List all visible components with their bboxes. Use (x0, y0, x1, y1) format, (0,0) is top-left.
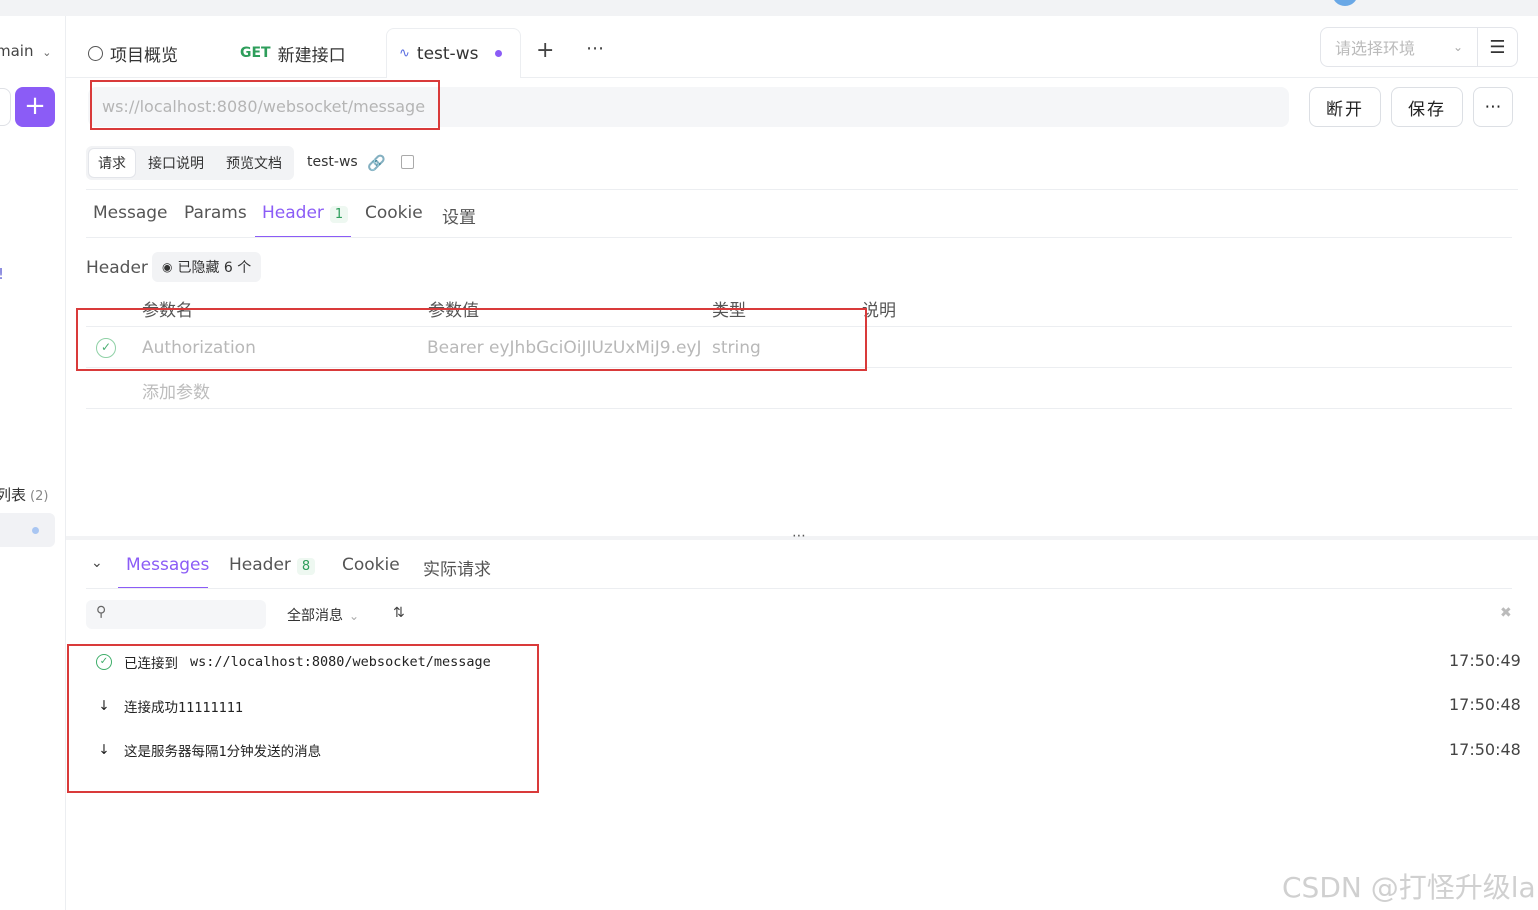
search-icon: ⚲ (96, 604, 107, 620)
sort-icon[interactable]: ⇅ (393, 605, 405, 621)
environment-menu-button[interactable]: ☰ (1477, 27, 1518, 67)
tab-project-overview[interactable]: 项目概览 (88, 28, 178, 78)
tab-label: 新建接口 (277, 45, 346, 66)
tab-response-header-label: Header (229, 555, 291, 575)
segment-request[interactable]: 请求 (89, 149, 135, 177)
header-section-label: Header (86, 258, 148, 278)
tab-params[interactable]: Params (184, 203, 247, 223)
column-header-description: 说明 (862, 301, 896, 321)
tab-cookie[interactable]: Cookie (365, 203, 423, 223)
environment-placeholder: 请选择环境 (1335, 39, 1416, 58)
tab-messages[interactable]: Messages (126, 555, 209, 575)
request-segment-control: 请求 接口说明 预览文档 (86, 146, 294, 180)
tab-label: 项目概览 (110, 45, 178, 66)
drag-handle-icon[interactable]: ⋯ (792, 528, 807, 544)
watermark: CSDN @打怪升级la (1282, 871, 1536, 904)
hidden-headers-label: 已隐藏 6 个 (177, 260, 252, 276)
new-tab-plus-icon[interactable]: + (536, 38, 554, 63)
highlight-box-messages (67, 644, 539, 793)
http-method-badge: GET (240, 45, 271, 61)
unsaved-dot-icon (495, 50, 503, 57)
hidden-headers-toggle[interactable]: ◉ 已隐藏 6 个 (152, 252, 262, 282)
chevron-down-icon: ⌄ (42, 46, 52, 59)
segment-preview[interactable]: 预览文档 (217, 149, 291, 177)
sidebar-search-input[interactable] (0, 88, 11, 126)
tab-header-label: Header (262, 203, 324, 223)
message-filter-label: 全部消息 (287, 608, 343, 624)
disconnect-button[interactable]: 断开 (1309, 87, 1381, 127)
endpoint-name: test-ws (307, 154, 358, 170)
window-top-strip (0, 0, 1538, 16)
branch-label: main (0, 42, 34, 60)
tab-test-ws[interactable]: ∿ test-ws (386, 28, 521, 78)
tab-message[interactable]: Message (93, 203, 168, 223)
hamburger-menu-icon: ☰ (1489, 36, 1506, 58)
response-header-count-badge: 8 (296, 558, 316, 575)
clear-messages-icon[interactable]: ✖ (1500, 605, 1512, 621)
left-sidebar (0, 16, 66, 910)
message-time: 17:50:48 (1449, 695, 1521, 714)
divider (86, 189, 1518, 190)
chevron-down-icon: ⌄ (1452, 40, 1463, 54)
environment-select[interactable]: 请选择环境 ⌄ (1320, 27, 1478, 67)
more-icon: ⋯ (1484, 97, 1502, 117)
divider (86, 237, 1512, 238)
tab-header[interactable]: Header 1 (262, 203, 349, 223)
copy-icon[interactable] (401, 155, 414, 169)
collapse-chevron-icon[interactable]: ⌄ (91, 555, 103, 571)
chevron-down-icon: ⌄ (349, 609, 360, 623)
sidebar-list-header[interactable]: 列表 (2) (0, 484, 48, 505)
message-search-input[interactable]: ⚲ (86, 600, 266, 629)
overview-icon (88, 45, 103, 61)
header-count-badge: 1 (329, 206, 349, 223)
message-time: 17:50:49 (1449, 651, 1521, 670)
save-button[interactable]: 保存 (1391, 87, 1463, 127)
tab-settings[interactable]: 设置 (442, 203, 476, 228)
sidebar-item-active[interactable] (0, 513, 55, 547)
sidebar-list-count: (2) (30, 489, 49, 504)
tab-bar: 项目概览 GET 新建接口 ∿ test-ws + ⋯ (66, 16, 1538, 78)
branch-selector[interactable]: main ⌄ (0, 42, 51, 60)
message-filter-select[interactable]: 全部消息 ⌄ (287, 605, 359, 625)
add-button[interactable]: + (15, 87, 55, 127)
tab-new-endpoint[interactable]: GET 新建接口 (240, 28, 346, 78)
tab-actual-request[interactable]: 实际请求 (423, 555, 491, 580)
tab-response-cookie[interactable]: Cookie (342, 555, 400, 575)
sidebar-indicator-icon: ! (0, 265, 4, 283)
link-icon[interactable]: 🔗 (367, 154, 386, 172)
divider (86, 588, 1512, 589)
highlight-box-url (90, 80, 440, 130)
divider (86, 408, 1512, 409)
status-dot-icon (32, 527, 39, 534)
segment-doc[interactable]: 接口说明 (139, 149, 213, 177)
message-time: 17:50:48 (1449, 740, 1521, 759)
sidebar-list-label: 列表 (0, 486, 27, 504)
websocket-icon: ∿ (399, 46, 410, 61)
tab-label: test-ws (416, 43, 479, 64)
add-param-input[interactable]: 添加参数 (142, 378, 210, 403)
highlight-box-header-row (76, 308, 867, 371)
eye-icon: ◉ (162, 260, 173, 274)
tab-response-header[interactable]: Header 8 (229, 555, 316, 575)
more-tabs-icon[interactable]: ⋯ (586, 38, 604, 59)
more-actions-button[interactable]: ⋯ (1473, 87, 1513, 127)
